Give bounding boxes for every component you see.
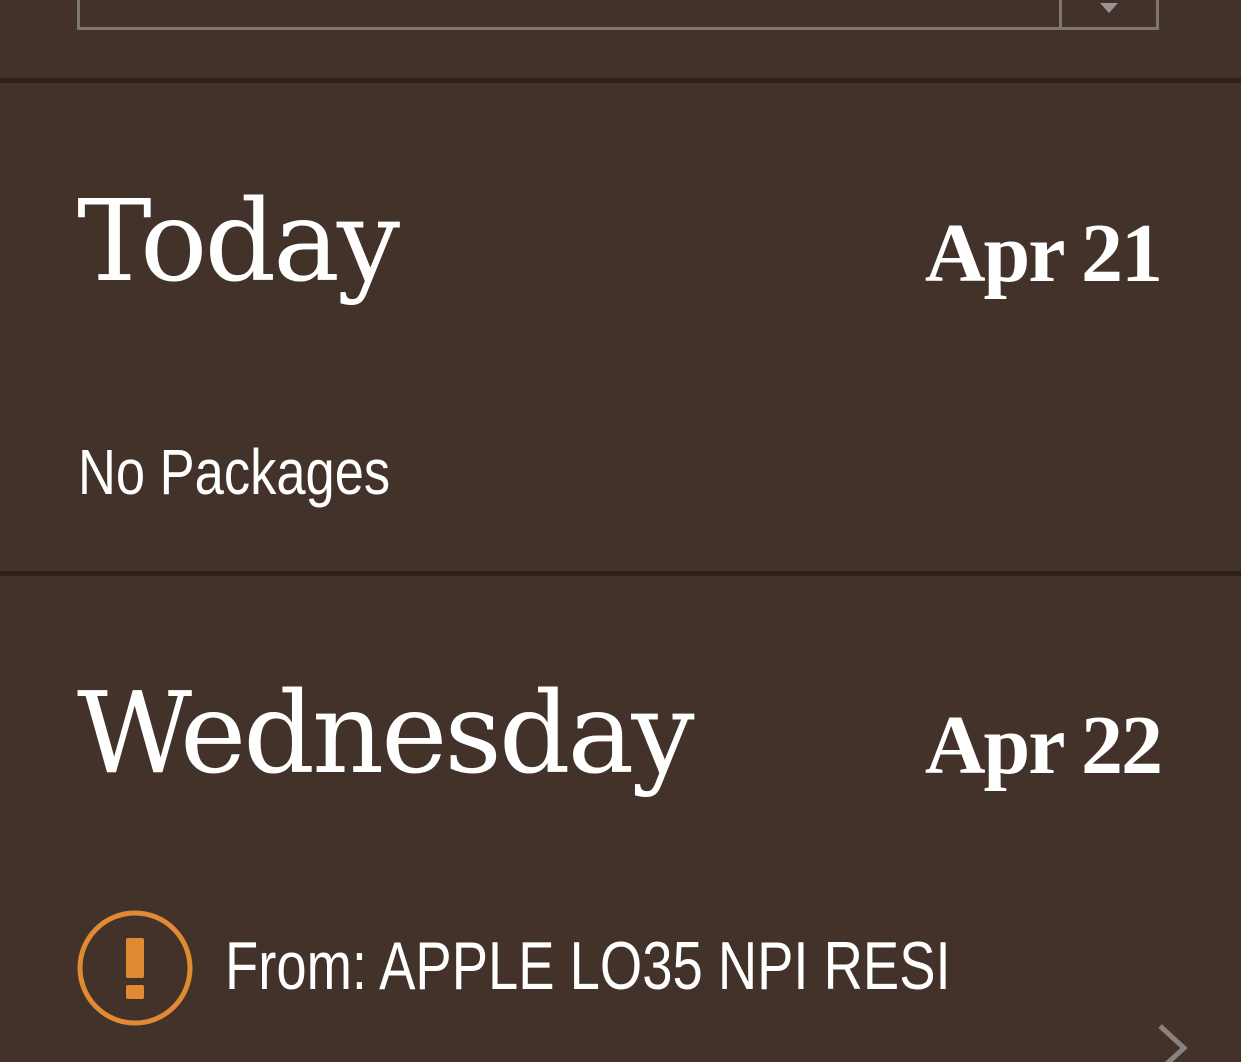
package-item[interactable]: From: APPLE LO35 NPI RESI: [77, 910, 1241, 1062]
triangle-down-icon: [1100, 3, 1118, 13]
day-date: Apr 22: [924, 699, 1163, 792]
day-title: Today: [77, 177, 400, 307]
chevron-right-icon[interactable]: [1152, 1022, 1192, 1062]
package-detail-cutoff: [257, 1048, 377, 1058]
section-divider: [0, 571, 1241, 576]
alert-icon: [77, 910, 193, 1026]
filter-select[interactable]: [77, 0, 1159, 30]
day-date: Apr 21: [924, 207, 1163, 300]
empty-message: No Packages: [78, 436, 391, 508]
package-from: From: APPLE LO35 NPI RESI: [225, 928, 951, 1004]
section-divider: [0, 78, 1241, 83]
select-dropdown-button[interactable]: [1059, 0, 1156, 27]
day-title: Wednesday: [77, 669, 695, 799]
